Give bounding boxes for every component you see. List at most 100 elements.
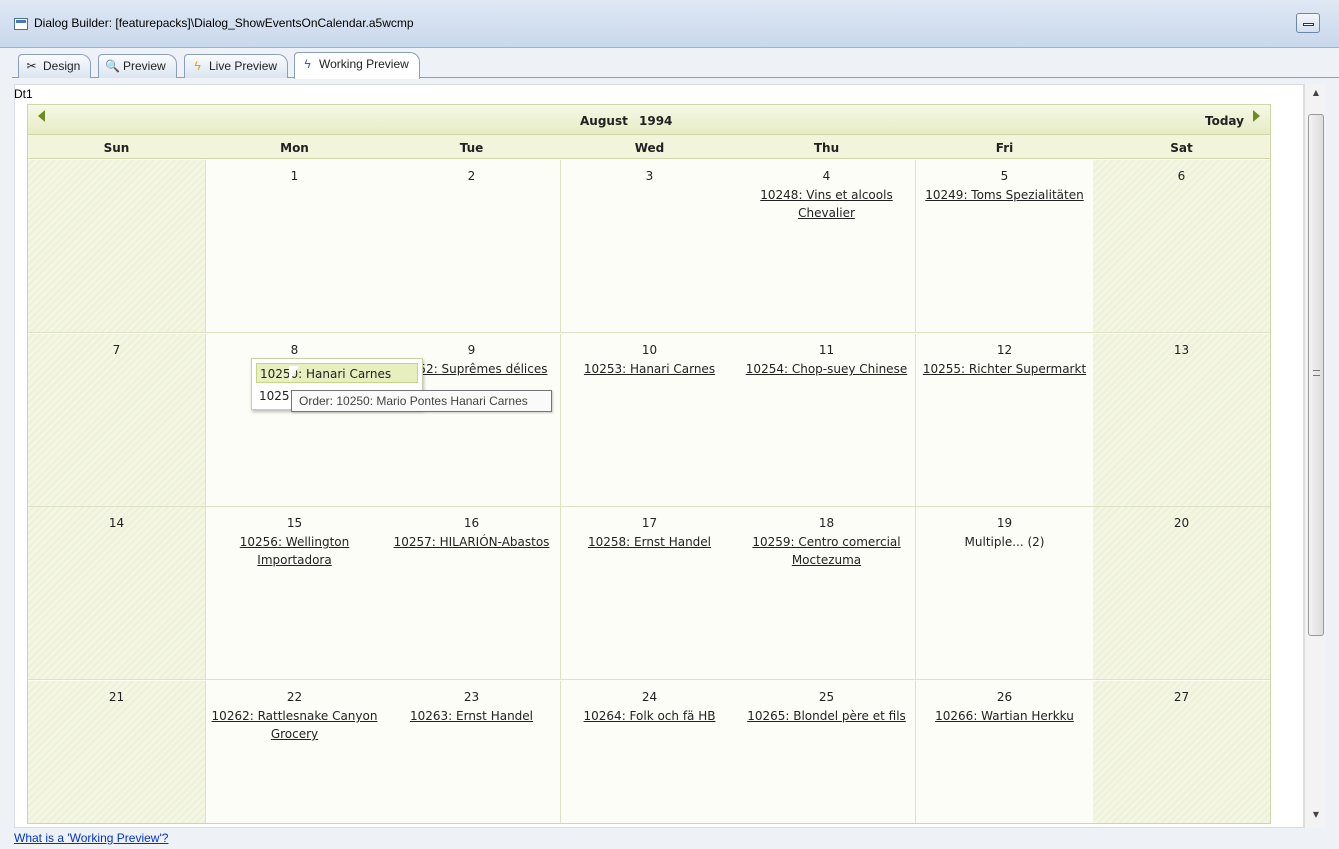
tab-preview[interactable]: 🔍 Preview — [98, 54, 177, 78]
scroll-down-icon[interactable]: ▼ — [1305, 806, 1327, 824]
mouse-pointer-icon — [289, 366, 299, 382]
calendar-day-cell[interactable]: 3 — [561, 160, 739, 333]
minimize-icon — [1303, 23, 1314, 26]
calendar-year[interactable]: 1994 — [639, 114, 672, 128]
day-number: 1 — [290, 169, 299, 183]
control-label: Dt1 — [14, 87, 33, 101]
calendar-event-link[interactable]: 10253: Hanari Carnes — [566, 360, 734, 378]
calendar-event-link[interactable]: 10263: Ernst Handel — [388, 707, 556, 725]
calendar-day-cell[interactable]: 20 — [1093, 507, 1270, 680]
day-number: 22 — [286, 690, 303, 704]
window-title: Dialog Builder: [featurepacks]\Dialog_Sh… — [34, 16, 414, 30]
day-number: 21 — [108, 690, 125, 704]
calendar-day-cell[interactable]: 26 10266: Wartian Herkku — [916, 681, 1094, 823]
tab-label: Design — [43, 59, 81, 73]
calendar-event-link[interactable]: 10248: Vins et alcools Chevalier — [743, 186, 911, 222]
day-number: 11 — [818, 343, 835, 357]
calendar-day-cell[interactable]: 11 10254: Chop-suey Chinese — [738, 334, 916, 507]
calendar-day-cell[interactable]: 7 — [28, 334, 206, 507]
day-number: 25 — [818, 690, 835, 704]
tab-design[interactable]: ✂ Design — [18, 54, 92, 78]
calendar-event-link[interactable]: 10266: Wartian Herkku — [921, 707, 1089, 725]
day-number: 27 — [1173, 690, 1190, 704]
calendar-event-link[interactable]: Multiple... (2) — [921, 533, 1089, 551]
minimize-button[interactable] — [1296, 13, 1320, 33]
calendar-event-link[interactable]: 10249: Toms Spezialitäten — [921, 186, 1089, 204]
next-month-icon[interactable] — [1253, 110, 1260, 122]
tab-live-preview[interactable]: ϟ Live Preview — [184, 54, 289, 78]
calendar-event-link[interactable]: 10258: Ernst Handel — [566, 533, 734, 551]
day-of-week-row: Sun Mon Tue Wed Thu Fri Sat — [28, 135, 1270, 159]
calendar-day-cell[interactable]: 12 10255: Richter Supermarkt — [916, 334, 1094, 507]
day-of-week-header: Sun — [103, 141, 130, 155]
window-titlebar: Dialog Builder: [featurepacks]\Dialog_Sh… — [0, 0, 1339, 48]
day-of-week-header: Mon — [280, 141, 309, 155]
calendar-event-link[interactable]: 10262: Rattlesnake Canyon Grocery — [211, 707, 379, 743]
calendar: August 1994 Today Sun Mon Tue Wed Thu Fri Sat … — [27, 104, 1271, 824]
tab-working-preview[interactable]: ϟ Working Preview — [294, 52, 420, 79]
calendar-header: August 1994 Today — [28, 105, 1270, 135]
today-button[interactable]: Today — [1205, 114, 1244, 128]
grip-icon — [1313, 370, 1320, 376]
dialog-builder-icon — [14, 18, 28, 30]
day-number: 3 — [645, 169, 654, 183]
calendar-day-cell[interactable]: 4 10248: Vins et alcools Chevalier — [738, 160, 916, 333]
calendar-day-cell[interactable]: 13 — [1093, 334, 1270, 507]
tab-strip: ✂ Design 🔍 Preview ϟ Live Preview ϟ Work… — [12, 52, 1339, 79]
day-number: 9 — [467, 343, 476, 357]
day-number: 14 — [108, 516, 125, 530]
calendar-day-cell[interactable]: 24 10264: Folk och fä HB — [561, 681, 739, 823]
calendar-day-cell[interactable]: 17 10258: Ernst Handel — [561, 507, 739, 680]
day-number: 20 — [1173, 516, 1190, 530]
day-number: 23 — [463, 690, 480, 704]
calendar-day-cell[interactable] — [28, 160, 206, 333]
popup-event-item[interactable]: 10250: Hanari Carnes — [256, 363, 418, 383]
day-number: 12 — [996, 343, 1013, 357]
calendar-day-cell[interactable]: 21 — [28, 681, 206, 823]
day-number: 4 — [822, 169, 831, 183]
day-number: 13 — [1173, 343, 1190, 357]
previous-month-icon[interactable] — [38, 110, 45, 122]
scroll-up-icon[interactable]: ▲ — [1305, 84, 1327, 102]
calendar-day-cell[interactable]: 5 10249: Toms Spezialitäten — [916, 160, 1094, 333]
calendar-event-link[interactable]: 10255: Richter Supermarkt — [921, 360, 1089, 378]
calendar-day-cell[interactable]: 25 10265: Blondel père et fils — [738, 681, 916, 823]
calendar-day-cell[interactable]: 2 — [383, 160, 561, 333]
calendar-event-link[interactable]: 10259: Centro comercial Moctezuma — [743, 533, 911, 569]
calendar-day-cell[interactable]: 18 10259: Centro comercial Moctezuma — [738, 507, 916, 680]
calendar-day-cell[interactable]: 27 — [1093, 681, 1270, 823]
calendar-event-link[interactable]: 10265: Blondel père et fils — [743, 707, 911, 725]
lightning-icon: ϟ — [304, 57, 311, 71]
scrollbar-thumb[interactable] — [1308, 114, 1324, 636]
magnifier-icon: 🔍 — [105, 59, 120, 73]
calendar-event-link[interactable]: 10254: Chop-suey Chinese — [743, 360, 911, 378]
day-number: 16 — [463, 516, 480, 530]
tab-label: Working Preview — [319, 57, 409, 71]
day-number: 26 — [996, 690, 1013, 704]
vertical-scrollbar[interactable]: ▲ ▼ — [1304, 84, 1326, 828]
event-tooltip: Order: 10250: Mario Pontes Hanari Carnes — [291, 390, 552, 412]
calendar-day-cell[interactable]: 16 10257: HILARIÓN-Abastos — [383, 507, 561, 680]
day-number: 6 — [1177, 169, 1186, 183]
calendar-event-link[interactable]: 10257: HILARIÓN-Abastos — [388, 533, 556, 551]
calendar-day-cell[interactable]: 22 10262: Rattlesnake Canyon Grocery — [206, 681, 384, 823]
day-number: 5 — [1000, 169, 1009, 183]
calendar-day-cell[interactable]: 6 — [1093, 160, 1270, 333]
calendar-day-cell[interactable]: 19 Multiple... (2) — [916, 507, 1094, 680]
calendar-event-link[interactable]: 10264: Folk och fä HB — [566, 707, 734, 725]
calendar-day-cell[interactable]: 23 10263: Ernst Handel — [383, 681, 561, 823]
day-number: 7 — [112, 343, 121, 357]
day-number: 2 — [467, 169, 476, 183]
calendar-day-cell[interactable]: 1 — [206, 160, 384, 333]
working-preview-help-link[interactable]: What is a 'Working Preview'? — [14, 831, 168, 845]
day-of-week-header: Fri — [995, 141, 1014, 155]
day-number: 19 — [996, 516, 1013, 530]
calendar-day-cell[interactable]: 14 — [28, 507, 206, 680]
calendar-day-cell[interactable]: 10 10253: Hanari Carnes — [561, 334, 739, 507]
calendar-event-link[interactable]: 10256: Wellington Importadora — [211, 533, 379, 569]
day-number: 15 — [286, 516, 303, 530]
calendar-day-cell[interactable]: 15 10256: Wellington Importadora — [206, 507, 384, 680]
day-of-week-header: Thu — [813, 141, 840, 155]
tab-label: Preview — [123, 59, 166, 73]
day-of-week-header: Wed — [634, 141, 665, 155]
